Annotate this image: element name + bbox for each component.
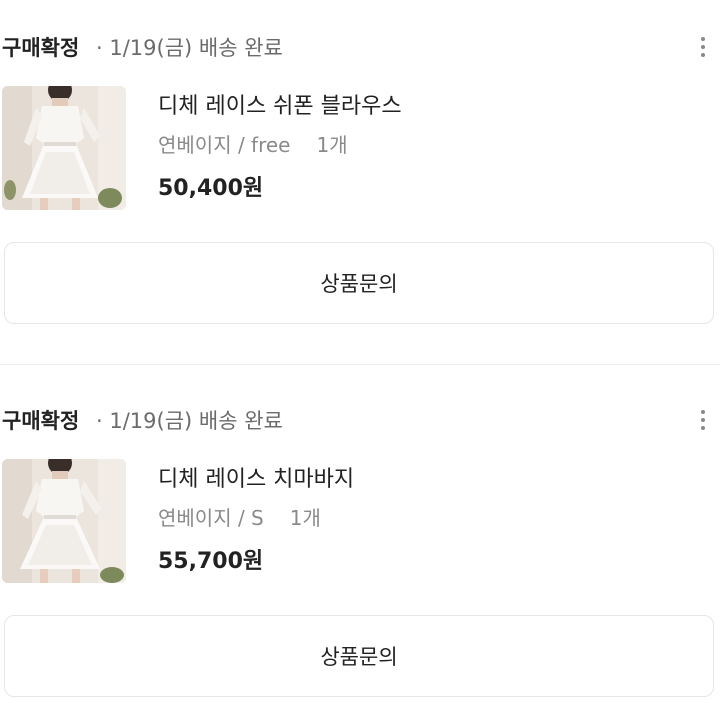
product-option: 연베이지 / S xyxy=(158,506,264,530)
order-status: 구매확정 xyxy=(2,409,80,433)
product-quantity: 1개 xyxy=(289,506,321,530)
product-option: 연베이지 / free xyxy=(158,133,291,157)
product-name[interactable]: 디체 레이스 쉬폰 블라우스 xyxy=(158,88,402,120)
product-name[interactable]: 디체 레이스 치마바지 xyxy=(158,461,354,493)
order-status: 구매확정 xyxy=(2,36,80,60)
product-option-row: 연베이지 / S 1개 xyxy=(158,502,321,531)
product-price: 55,700원 xyxy=(158,549,264,574)
delivery-status: · 1/19(금) 배송 완료 xyxy=(96,36,283,60)
product-photo xyxy=(2,86,126,210)
product-thumbnail[interactable] xyxy=(2,459,126,583)
delivery-status: · 1/19(금) 배송 완료 xyxy=(96,409,283,433)
order-card: 구매확정 · 1/19(금) 배송 완료 디체 레이스 쉬폰 블라우스 연베이지… xyxy=(0,0,720,346)
product-thumbnail[interactable] xyxy=(2,86,126,210)
more-vertical-icon[interactable] xyxy=(691,34,715,60)
product-inquiry-button[interactable]: 상품문의 xyxy=(4,615,714,697)
more-vertical-icon[interactable] xyxy=(691,407,715,433)
product-inquiry-button[interactable]: 상품문의 xyxy=(4,242,714,324)
product-quantity: 1개 xyxy=(316,133,348,157)
product-price: 50,400원 xyxy=(158,176,264,201)
section-divider xyxy=(0,364,720,365)
order-status-row: 구매확정 · 1/19(금) 배송 완료 xyxy=(0,30,720,64)
order-status-row: 구매확정 · 1/19(금) 배송 완료 xyxy=(0,403,720,437)
order-card: 구매확정 · 1/19(금) 배송 완료 디체 레이스 치마바지 연베이지 / … xyxy=(0,373,720,719)
product-option-row: 연베이지 / free 1개 xyxy=(158,129,348,158)
product-photo xyxy=(2,459,126,583)
